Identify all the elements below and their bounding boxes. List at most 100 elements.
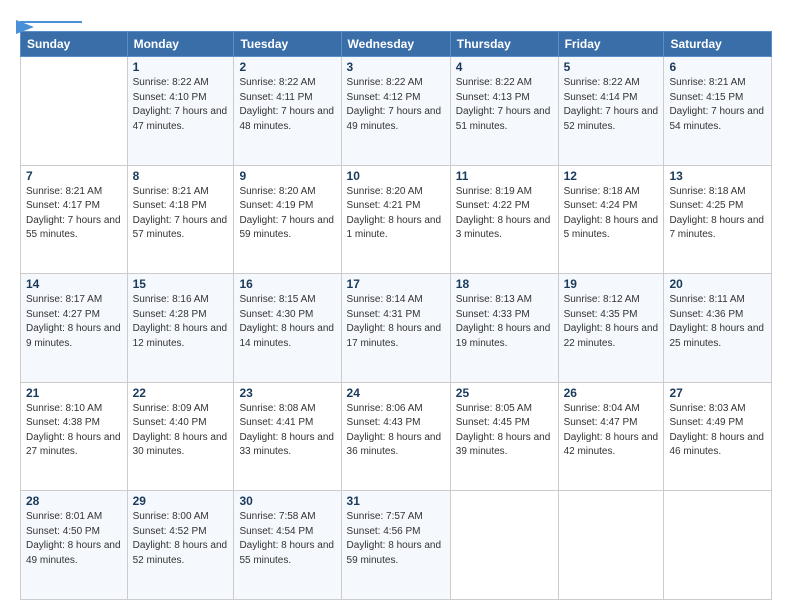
- day-info: Sunrise: 7:58 AMSunset: 4:54 PMDaylight:…: [239, 510, 335, 568]
- day-info: Sunrise: 8:18 AMSunset: 4:24 PMDaylight:…: [564, 185, 659, 243]
- day-number: 2: [239, 60, 335, 74]
- day-number: 6: [669, 60, 766, 74]
- day-number: 18: [456, 277, 553, 291]
- logo-arrow-icon: [16, 20, 34, 34]
- day-info: Sunrise: 8:22 AMSunset: 4:12 PMDaylight:…: [347, 76, 445, 134]
- calendar-cell: 4 Sunrise: 8:22 AMSunset: 4:13 PMDaylight…: [450, 57, 558, 166]
- calendar-cell: [21, 57, 128, 166]
- calendar-week-1: 1 Sunrise: 8:22 AMSunset: 4:10 PMDaylight…: [21, 57, 772, 166]
- calendar-cell: 14 Sunrise: 8:17 AMSunset: 4:27 PMDayligh…: [21, 274, 128, 383]
- day-info: Sunrise: 8:20 AMSunset: 4:21 PMDaylight:…: [347, 185, 445, 243]
- calendar-cell: 29 Sunrise: 8:00 AMSunset: 4:52 PMDayligh…: [127, 491, 234, 600]
- day-number: 23: [239, 386, 335, 400]
- day-number: 29: [133, 494, 229, 508]
- calendar-cell: 24 Sunrise: 8:06 AMSunset: 4:43 PMDayligh…: [341, 382, 450, 491]
- day-info: Sunrise: 8:12 AMSunset: 4:35 PMDaylight:…: [564, 293, 659, 351]
- calendar-cell: 10 Sunrise: 8:20 AMSunset: 4:21 PMDayligh…: [341, 165, 450, 274]
- day-info: Sunrise: 8:21 AMSunset: 4:15 PMDaylight:…: [669, 76, 766, 134]
- day-header-thursday: Thursday: [450, 32, 558, 57]
- day-info: Sunrise: 8:11 AMSunset: 4:36 PMDaylight:…: [669, 293, 766, 351]
- header: [20, 18, 772, 23]
- calendar-cell: 12 Sunrise: 8:18 AMSunset: 4:24 PMDayligh…: [558, 165, 664, 274]
- day-number: 27: [669, 386, 766, 400]
- day-info: Sunrise: 8:16 AMSunset: 4:28 PMDaylight:…: [133, 293, 229, 351]
- day-info: Sunrise: 8:21 AMSunset: 4:18 PMDaylight:…: [133, 185, 229, 243]
- day-number: 7: [26, 169, 122, 183]
- day-header-saturday: Saturday: [664, 32, 772, 57]
- calendar-cell: 15 Sunrise: 8:16 AMSunset: 4:28 PMDayligh…: [127, 274, 234, 383]
- day-info: Sunrise: 8:15 AMSunset: 4:30 PMDaylight:…: [239, 293, 335, 351]
- day-number: 3: [347, 60, 445, 74]
- day-number: 28: [26, 494, 122, 508]
- day-number: 24: [347, 386, 445, 400]
- day-info: Sunrise: 8:21 AMSunset: 4:17 PMDaylight:…: [26, 185, 122, 243]
- calendar-cell: 26Sunrise: 8:04 AMSunset: 4:47 PMDayligh…: [558, 382, 664, 491]
- calendar-cell: 19 Sunrise: 8:12 AMSunset: 4:35 PMDayligh…: [558, 274, 664, 383]
- calendar-cell: [558, 491, 664, 600]
- calendar-cell: 31Sunrise: 7:57 AMSunset: 4:56 PMDayligh…: [341, 491, 450, 600]
- day-info: Sunrise: 8:00 AMSunset: 4:52 PMDaylight:…: [133, 510, 229, 568]
- calendar-cell: 20 Sunrise: 8:11 AMSunset: 4:36 PMDayligh…: [664, 274, 772, 383]
- day-number: 9: [239, 169, 335, 183]
- day-number: 12: [564, 169, 659, 183]
- day-header-friday: Friday: [558, 32, 664, 57]
- day-number: 31: [347, 494, 445, 508]
- day-number: 4: [456, 60, 553, 74]
- day-info: Sunrise: 8:14 AMSunset: 4:31 PMDaylight:…: [347, 293, 445, 351]
- day-info: Sunrise: 8:09 AMSunset: 4:40 PMDaylight:…: [133, 402, 229, 460]
- calendar-cell: 21 Sunrise: 8:10 AMSunset: 4:38 PMDayligh…: [21, 382, 128, 491]
- page: SundayMondayTuesdayWednesdayThursdayFrid…: [0, 0, 792, 612]
- calendar-week-5: 28Sunrise: 8:01 AMSunset: 4:50 PMDayligh…: [21, 491, 772, 600]
- day-info: Sunrise: 8:10 AMSunset: 4:38 PMDaylight:…: [26, 402, 122, 460]
- calendar-cell: 9 Sunrise: 8:20 AMSunset: 4:19 PMDaylight…: [234, 165, 341, 274]
- calendar-week-3: 14 Sunrise: 8:17 AMSunset: 4:27 PMDayligh…: [21, 274, 772, 383]
- day-number: 11: [456, 169, 553, 183]
- day-number: 8: [133, 169, 229, 183]
- calendar-cell: 17 Sunrise: 8:14 AMSunset: 4:31 PMDayligh…: [341, 274, 450, 383]
- calendar-cell: 16Sunrise: 8:15 AMSunset: 4:30 PMDayligh…: [234, 274, 341, 383]
- day-number: 5: [564, 60, 659, 74]
- calendar-cell: [450, 491, 558, 600]
- day-number: 30: [239, 494, 335, 508]
- day-info: Sunrise: 8:17 AMSunset: 4:27 PMDaylight:…: [26, 293, 122, 351]
- calendar-week-4: 21 Sunrise: 8:10 AMSunset: 4:38 PMDayligh…: [21, 382, 772, 491]
- calendar-cell: 25Sunrise: 8:05 AMSunset: 4:45 PMDayligh…: [450, 382, 558, 491]
- day-info: Sunrise: 8:22 AMSunset: 4:13 PMDaylight:…: [456, 76, 553, 134]
- day-info: Sunrise: 8:22 AMSunset: 4:14 PMDaylight:…: [564, 76, 659, 134]
- day-number: 17: [347, 277, 445, 291]
- day-number: 10: [347, 169, 445, 183]
- day-number: 14: [26, 277, 122, 291]
- calendar-cell: 3 Sunrise: 8:22 AMSunset: 4:12 PMDaylight…: [341, 57, 450, 166]
- day-number: 1: [133, 60, 229, 74]
- day-number: 13: [669, 169, 766, 183]
- day-header-monday: Monday: [127, 32, 234, 57]
- calendar-header-row: SundayMondayTuesdayWednesdayThursdayFrid…: [21, 32, 772, 57]
- calendar-cell: 27 Sunrise: 8:03 AMSunset: 4:49 PMDayligh…: [664, 382, 772, 491]
- calendar-cell: 23 Sunrise: 8:08 AMSunset: 4:41 PMDayligh…: [234, 382, 341, 491]
- day-number: 25: [456, 386, 553, 400]
- day-info: Sunrise: 8:13 AMSunset: 4:33 PMDaylight:…: [456, 293, 553, 351]
- day-number: 15: [133, 277, 229, 291]
- day-info: Sunrise: 8:06 AMSunset: 4:43 PMDaylight:…: [347, 402, 445, 460]
- calendar-cell: 7 Sunrise: 8:21 AMSunset: 4:17 PMDaylight…: [21, 165, 128, 274]
- calendar-cell: 30 Sunrise: 7:58 AMSunset: 4:54 PMDayligh…: [234, 491, 341, 600]
- day-number: 21: [26, 386, 122, 400]
- day-number: 20: [669, 277, 766, 291]
- calendar-cell: 8 Sunrise: 8:21 AMSunset: 4:18 PMDaylight…: [127, 165, 234, 274]
- day-header-sunday: Sunday: [21, 32, 128, 57]
- calendar-table: SundayMondayTuesdayWednesdayThursdayFrid…: [20, 31, 772, 600]
- day-info: Sunrise: 8:08 AMSunset: 4:41 PMDaylight:…: [239, 402, 335, 460]
- calendar-cell: 1 Sunrise: 8:22 AMSunset: 4:10 PMDaylight…: [127, 57, 234, 166]
- day-number: 22: [133, 386, 229, 400]
- day-number: 26: [564, 386, 659, 400]
- day-info: Sunrise: 8:22 AMSunset: 4:10 PMDaylight:…: [133, 76, 229, 134]
- calendar-cell: 11Sunrise: 8:19 AMSunset: 4:22 PMDayligh…: [450, 165, 558, 274]
- day-info: Sunrise: 8:18 AMSunset: 4:25 PMDaylight:…: [669, 185, 766, 243]
- calendar-cell: 13 Sunrise: 8:18 AMSunset: 4:25 PMDayligh…: [664, 165, 772, 274]
- day-info: Sunrise: 8:22 AMSunset: 4:11 PMDaylight:…: [239, 76, 335, 134]
- day-info: Sunrise: 8:20 AMSunset: 4:19 PMDaylight:…: [239, 185, 335, 243]
- calendar-week-2: 7 Sunrise: 8:21 AMSunset: 4:17 PMDaylight…: [21, 165, 772, 274]
- calendar-cell: 28Sunrise: 8:01 AMSunset: 4:50 PMDayligh…: [21, 491, 128, 600]
- day-info: Sunrise: 8:03 AMSunset: 4:49 PMDaylight:…: [669, 402, 766, 460]
- day-number: 19: [564, 277, 659, 291]
